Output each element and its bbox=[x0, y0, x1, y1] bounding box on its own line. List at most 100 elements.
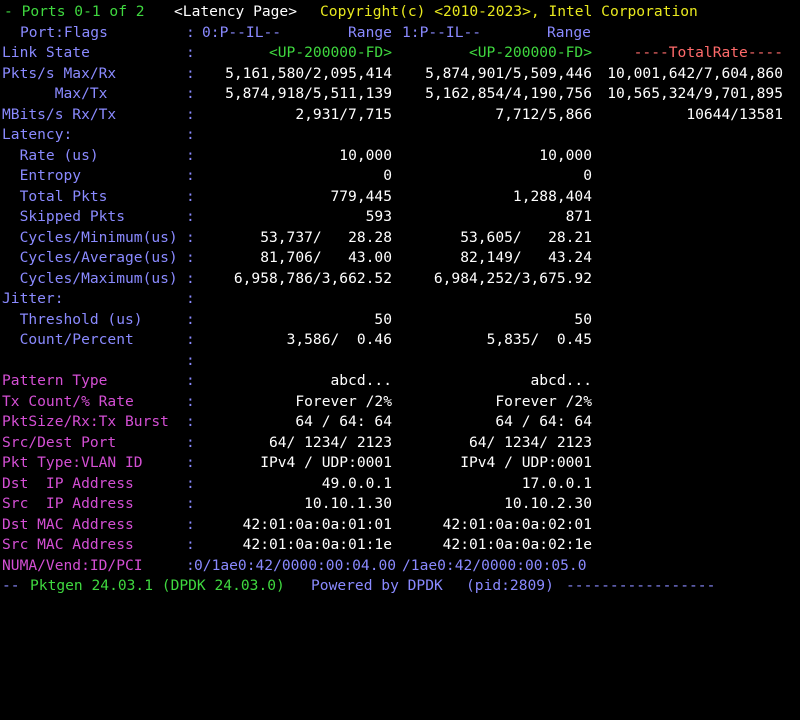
row-label: Threshold (us) bbox=[2, 310, 143, 328]
separator: : bbox=[186, 126, 195, 143]
port0-value: 49.0.0.1 bbox=[321, 474, 392, 492]
port0-numa: 0/1ae0:42/0000:00:04.00 bbox=[194, 556, 397, 574]
port1-value: 64/ 1234/ 2123 bbox=[468, 433, 592, 451]
row-label: Cycles/Minimum(us) bbox=[2, 228, 178, 246]
rate-row-mbits: MBits/s Rx/Tx : 2,931/7,715 7,712/5,866 … bbox=[0, 105, 800, 126]
ports-flags-row: Port:Flags : 0:P--IL-- Range 1:P--IL-- R… bbox=[0, 23, 800, 44]
port0-value: 6,958,786/3,662.52 bbox=[233, 269, 392, 287]
separator: : bbox=[186, 187, 195, 205]
port1-value: 5,874,901/5,509,446 bbox=[425, 64, 592, 82]
jitter-header-row: Jitter: : bbox=[0, 289, 800, 310]
port0-value: 81,706/ 43.00 bbox=[260, 249, 392, 266]
port0-value: IPv4 / UDP:0001 bbox=[260, 454, 392, 471]
port0-value: 593 bbox=[365, 208, 392, 225]
port1-value: 871 bbox=[565, 208, 592, 225]
pattern-row: Pattern Type : abcd... abcd... bbox=[0, 371, 800, 392]
separator: : bbox=[186, 372, 195, 389]
row-label: Rate (us) bbox=[2, 146, 99, 164]
port1-value: Forever /2% bbox=[495, 392, 592, 410]
total-value: 10,001,642/7,604,860 bbox=[607, 64, 783, 82]
row-label: Port:Flags bbox=[20, 23, 108, 41]
row-label: Link State bbox=[2, 44, 90, 61]
port0-value: 64 / 64: 64 bbox=[295, 413, 392, 430]
row-label: Dst IP Address bbox=[2, 474, 134, 492]
link-state-row: Link State : <UP-200000-FD> <UP-200000-F… bbox=[0, 43, 800, 64]
port1-flags: 1:P--IL-- bbox=[402, 23, 482, 41]
separator: : bbox=[186, 331, 195, 348]
row-label: Skipped Pkts bbox=[2, 208, 126, 225]
pattern-row: Pkt Type:VLAN ID : IPv4 / UDP:0001 IPv4 … bbox=[0, 453, 800, 474]
jitter-row: Threshold (us) : 50 50 bbox=[0, 310, 800, 331]
pattern-row: Src IP Address : 10.10.1.30 10.10.2.30 bbox=[0, 494, 800, 515]
row-label: Entropy bbox=[2, 167, 82, 184]
row-label: Dst MAC Address bbox=[2, 515, 134, 533]
port0-flags: 0:P--IL-- bbox=[202, 23, 282, 41]
copyright: Copyright(c) <2010-2023>, Intel Corporat… bbox=[320, 3, 698, 20]
port1-value: 7,712/5,866 bbox=[495, 105, 592, 123]
latency-row: Cycles/Average(us) : 81,706/ 43.00 82,14… bbox=[0, 248, 800, 269]
total-value: 10644/13581 bbox=[686, 105, 783, 123]
port1-value: 6,984,252/3,675.92 bbox=[433, 269, 592, 287]
header-bar: - Ports 0-1 of 2 <Latency Page> Copyrigh… bbox=[0, 2, 800, 23]
separator: : bbox=[186, 454, 195, 471]
port0-value: 10.10.1.30 bbox=[304, 495, 392, 512]
row-label: NUMA/Vend:ID/PCI bbox=[2, 556, 143, 574]
port1-value: 17.0.0.1 bbox=[521, 474, 592, 492]
footer-dashes-left: -- bbox=[2, 577, 20, 594]
port0-value: 2,931/7,715 bbox=[295, 105, 392, 123]
port1-value: 64 / 64: 64 bbox=[495, 413, 592, 430]
separator: : bbox=[186, 392, 195, 410]
total-rate-header: ----TotalRate---- bbox=[633, 44, 783, 61]
row-label: Src/Dest Port bbox=[2, 433, 117, 451]
separator: : bbox=[186, 433, 195, 451]
latency-row: Skipped Pkts : 593 871 bbox=[0, 207, 800, 228]
row-label: Src MAC Address bbox=[2, 536, 134, 553]
port1-value: 0 bbox=[583, 167, 592, 184]
port1-value: 5,162,854/4,190,756 bbox=[425, 85, 592, 102]
footer-dashes-right: ----------------- bbox=[566, 577, 716, 594]
port0-value: Forever /2% bbox=[295, 392, 392, 410]
pattern-row: Src MAC Address : 42:01:0a:0a:01:1e 42:0… bbox=[0, 535, 800, 556]
separator: : bbox=[186, 413, 195, 430]
separator: : bbox=[186, 105, 195, 123]
separator: : bbox=[186, 351, 195, 369]
pattern-row: Dst MAC Address : 42:01:0a:0a:01:01 42:0… bbox=[0, 515, 800, 536]
port0-value: 779,445 bbox=[330, 187, 392, 205]
separator: : bbox=[186, 536, 195, 553]
pattern-row: Tx Count/% Rate : Forever /2% Forever /2… bbox=[0, 392, 800, 413]
blank-row: : bbox=[0, 351, 800, 372]
row-label: Pattern Type bbox=[2, 372, 108, 389]
port1-range: Range bbox=[547, 23, 591, 41]
row-label: Pkts/s Max/Rx bbox=[2, 64, 117, 82]
row-label: MBits/s Rx/Tx bbox=[2, 105, 117, 123]
port0-value: 0 bbox=[383, 167, 392, 184]
port0-value: 42:01:0a:0a:01:01 bbox=[242, 515, 392, 533]
separator: : bbox=[186, 167, 195, 184]
latency-row: Cycles/Maximum(us) : 6,958,786/3,662.52 … bbox=[0, 269, 800, 290]
port1-value: IPv4 / UDP:0001 bbox=[460, 454, 592, 471]
separator: : bbox=[186, 23, 195, 41]
latency-row: Cycles/Minimum(us) : 53,737/ 28.28 53,60… bbox=[0, 228, 800, 249]
port1-value: abcd... bbox=[530, 372, 592, 389]
port1-value: 5,835/ 0.45 bbox=[486, 331, 592, 348]
row-label: Pkt Type:VLAN ID bbox=[2, 454, 143, 471]
separator: : bbox=[186, 208, 195, 225]
port1-value: 10,000 bbox=[539, 146, 592, 164]
port1-value: 53,605/ 28.21 bbox=[460, 228, 592, 246]
port0-range: Range bbox=[348, 23, 392, 41]
port1-numa: /1ae0:42/0000:00:05.0 bbox=[402, 556, 587, 574]
separator: : bbox=[186, 85, 195, 102]
port1-link-state: <UP-200000-FD> bbox=[468, 44, 592, 61]
row-label: Cycles/Average(us) bbox=[2, 249, 178, 266]
separator: : bbox=[186, 515, 195, 533]
row-label: Tx Count/% Rate bbox=[2, 392, 134, 410]
separator: : bbox=[186, 249, 195, 266]
port1-value: 42:01:0a:0a:02:01 bbox=[442, 515, 592, 533]
port1-value: 82,149/ 43.24 bbox=[460, 249, 592, 266]
process-id: (pid:2809) bbox=[466, 577, 554, 594]
latency-header-row: Latency: : bbox=[0, 125, 800, 146]
row-label: Cycles/Maximum(us) bbox=[2, 269, 178, 287]
separator: : bbox=[186, 228, 195, 246]
total-value: 10,565,324/9,701,895 bbox=[607, 85, 783, 102]
port1-value: 10.10.2.30 bbox=[504, 495, 592, 512]
